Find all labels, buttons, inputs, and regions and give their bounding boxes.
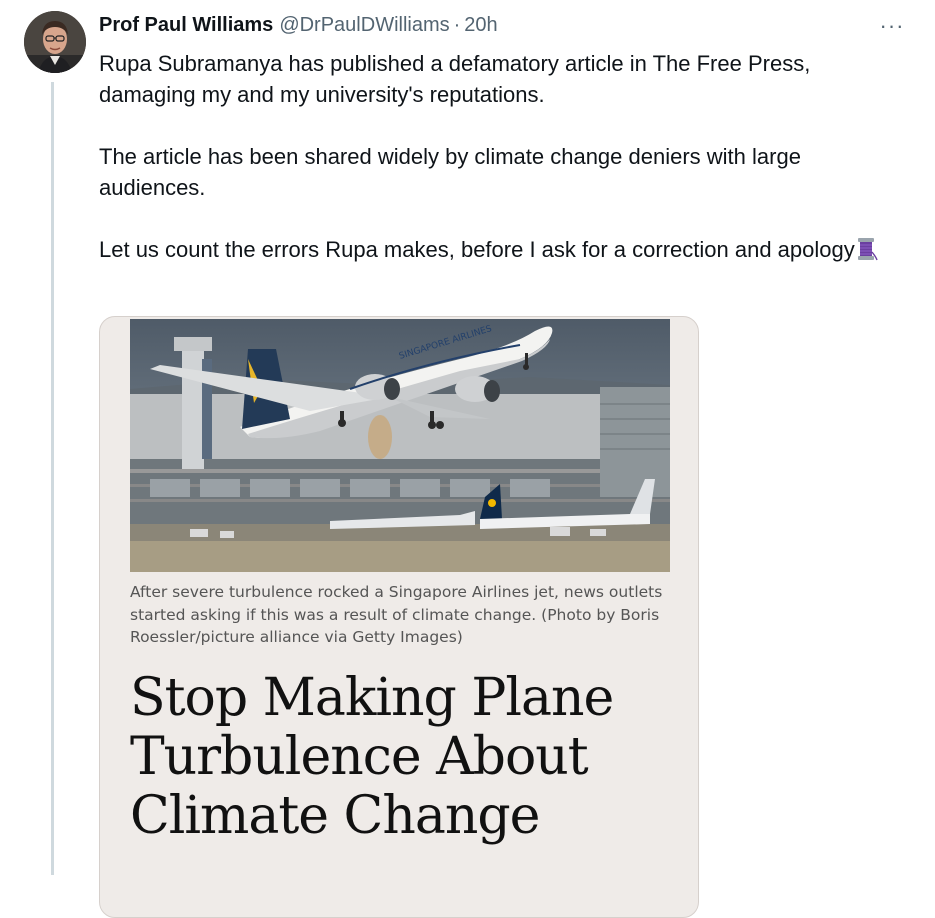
tweet-paragraph-3-text: Let us count the errors Rupa makes, befo… xyxy=(99,237,855,262)
airport-plane-photo: SINGAPORE AIRLINES xyxy=(130,319,670,572)
thread-connector-line xyxy=(51,82,54,875)
tweet-header: Prof Paul Williams @DrPaulDWilliams · 20… xyxy=(99,14,498,42)
avatar-image xyxy=(24,11,86,73)
article-card[interactable]: SINGAPORE AIRLINES After severe turbulen… xyxy=(99,316,699,918)
article-headline: Stop Making Plane Turbulence About Clima… xyxy=(130,668,614,846)
spool-of-thread-icon xyxy=(857,238,878,261)
image-caption: After severe turbulence rocked a Singapo… xyxy=(130,583,663,646)
article-photo: SINGAPORE AIRLINES xyxy=(130,319,670,572)
more-horizontal-icon: ··· xyxy=(879,13,905,38)
timestamp[interactable]: 20h xyxy=(464,14,497,37)
separator-dot: · xyxy=(453,14,461,36)
tweet-text: Rupa Subramanya has published a defamato… xyxy=(99,48,899,265)
avatar[interactable] xyxy=(24,11,86,73)
tweet-paragraph-2: The article has been shared widely by cl… xyxy=(99,144,801,200)
author-name[interactable]: Prof Paul Williams xyxy=(99,14,273,37)
author-handle[interactable]: @DrPaulDWilliams xyxy=(279,14,449,37)
more-options-button[interactable]: ··· xyxy=(870,12,914,40)
tweet-paragraph-3: Let us count the errors Rupa makes, befo… xyxy=(99,234,899,265)
tweet-paragraph-1: Rupa Subramanya has published a defamato… xyxy=(99,51,811,107)
